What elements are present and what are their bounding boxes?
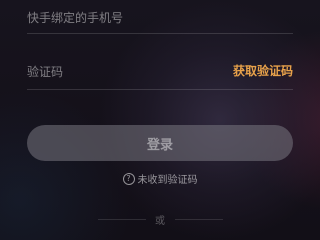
phone-placeholder: 快手绑定的手机号 [27, 11, 124, 25]
get-code-button[interactable]: 获取验证码 [233, 62, 293, 79]
divider-text: 或 [155, 216, 165, 227]
verification-code-field[interactable]: 验证码 获取验证码 [27, 56, 293, 90]
not-received-code-link[interactable]: ? 未收到验证码 [0, 171, 320, 186]
phone-field[interactable]: 快手绑定的手机号 [27, 0, 293, 34]
background [0, 0, 320, 240]
code-placeholder: 验证码 [27, 65, 64, 79]
login-button[interactable]: 登录 [27, 125, 293, 161]
divider-line-right [175, 219, 223, 220]
not-received-label: 未收到验证码 [137, 175, 198, 186]
question-icon: ? [122, 172, 135, 185]
